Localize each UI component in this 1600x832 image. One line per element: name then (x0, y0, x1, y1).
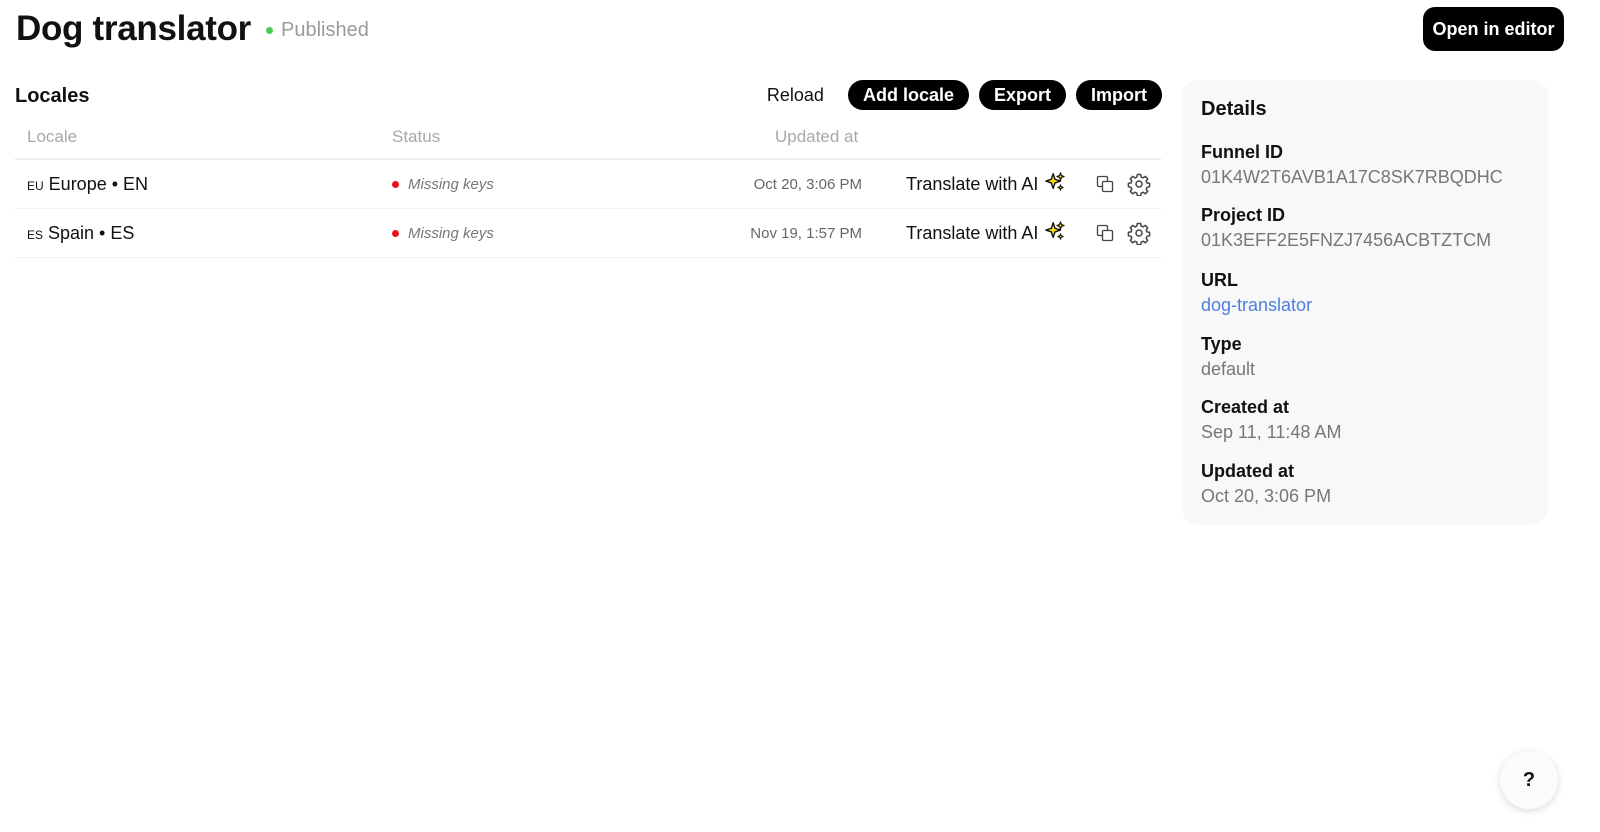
translate-with-ai-button[interactable]: Translate with AI (906, 160, 1066, 208)
url-label: URL (1201, 270, 1238, 290)
details-panel: Details Funnel ID 01K4W2T6AVB1A17C8SK7RB… (1182, 80, 1548, 525)
locale-settings-button[interactable] (1125, 209, 1153, 257)
publish-status-label: Published (281, 19, 369, 41)
status-label: Missing keys (408, 224, 494, 242)
project-id-value: 01K3EFF2E5FNZJ7456ACBTZTCM (1201, 230, 1492, 250)
translate-with-ai-button[interactable]: Translate with AI (906, 209, 1066, 257)
updated-at-cell: Oct 20, 3:06 PM (753, 175, 862, 193)
gear-icon (1125, 170, 1153, 198)
created-at-field: Created at Sep 11, 11:48 AM (1201, 395, 1341, 444)
locale-name: Spain • ES (48, 222, 135, 243)
missing-status-dot (392, 180, 399, 188)
page: Dog translator Published Open in editor … (0, 0, 1600, 832)
sparkles-icon (1044, 220, 1066, 247)
updated-at-value: Oct 20, 3:06 PM (1201, 486, 1332, 506)
updated-at-cell: Nov 19, 1:57 PM (750, 224, 862, 242)
created-at-value: Sep 11, 11:48 AM (1201, 422, 1342, 442)
locales-toolbar: Reload Add locale Export Import (753, 80, 1162, 110)
url-link[interactable]: dog-translator (1201, 293, 1312, 317)
created-at-label: Created at (1201, 397, 1290, 417)
table-row[interactable]: ES Spain • ES Missing keys Nov 19, 1:57 … (15, 209, 1161, 258)
project-id-label: Project ID (1201, 205, 1286, 225)
reload-button[interactable]: Reload (753, 80, 838, 110)
updated-at-label: Updated at (1201, 461, 1295, 481)
type-label: Type (1201, 334, 1242, 354)
copy-button[interactable] (1091, 209, 1119, 257)
locales-heading: Locales (15, 85, 90, 107)
details-heading: Details (1201, 98, 1267, 120)
project-id-field: Project ID 01K3EFF2E5FNZJ7456ACBTZTCM (1201, 203, 1491, 252)
status-label: Missing keys (408, 175, 494, 193)
locale-cell: EU Europe • EN (27, 160, 148, 208)
import-button[interactable]: Import (1076, 80, 1162, 110)
help-button[interactable]: ? (1500, 751, 1558, 809)
locale-settings-button[interactable] (1125, 160, 1153, 208)
url-field: URL dog-translator (1201, 268, 1312, 317)
locale-cell: ES Spain • ES (27, 209, 134, 257)
locale-code: EU (27, 178, 44, 193)
locale-name: Europe • EN (48, 173, 149, 194)
missing-status-dot (392, 229, 399, 237)
export-button[interactable]: Export (978, 80, 1066, 110)
publish-status: Published (266, 17, 369, 43)
funnel-id-value: 01K4W2T6AVB1A17C8SK7RBQDHC (1201, 167, 1503, 187)
status-cell: Missing keys (392, 209, 494, 257)
sparkles-icon (1044, 171, 1066, 198)
copy-button[interactable] (1091, 160, 1119, 208)
type-field: Type default (1201, 332, 1255, 381)
add-locale-button[interactable]: Add locale (847, 80, 969, 110)
copy-icon (1091, 170, 1119, 198)
funnel-id-field: Funnel ID 01K4W2T6AVB1A17C8SK7RBQDHC (1201, 140, 1503, 189)
translate-with-ai-label: Translate with AI (906, 222, 1039, 243)
page-title: Dog translator (16, 9, 251, 48)
type-value: default (1201, 359, 1256, 379)
published-status-dot (266, 26, 273, 34)
funnel-id-label: Funnel ID (1201, 142, 1283, 162)
updated-at-field: Updated at Oct 20, 3:06 PM (1201, 459, 1331, 508)
table-header: Locale Status Updated at (15, 118, 1161, 160)
locale-code: ES (27, 227, 44, 242)
locales-table: Locale Status Updated at EU Europe • EN … (15, 118, 1161, 258)
translate-with-ai-label: Translate with AI (906, 173, 1039, 194)
column-header-updated-at: Updated at (775, 127, 859, 146)
column-header-status: Status (392, 127, 441, 146)
open-in-editor-button[interactable]: Open in editor (1423, 7, 1564, 51)
status-cell: Missing keys (392, 160, 494, 208)
copy-icon (1091, 219, 1119, 247)
table-row[interactable]: EU Europe • EN Missing keys Oct 20, 3:06… (15, 160, 1161, 209)
gear-icon (1125, 219, 1153, 247)
column-header-locale: Locale (27, 127, 78, 146)
